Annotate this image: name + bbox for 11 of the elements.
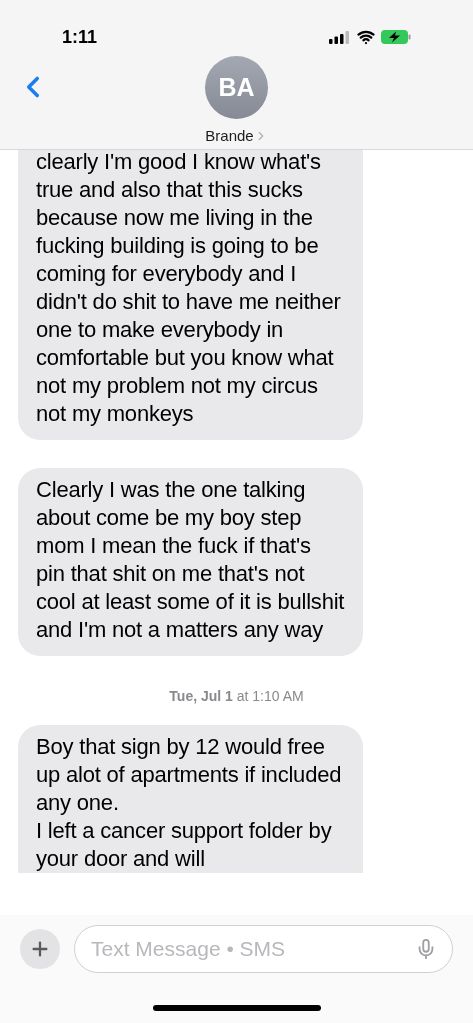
message-bubble: Boy that sign by 12 would free up alot of apartments if included any one. I left a cancer support folder by your door and will	[18, 725, 363, 873]
add-button[interactable]	[20, 929, 60, 969]
message-timestamp: Tue, Jul 1 at 1:10 AM	[168, 687, 305, 706]
message-bubble: Clearly I was the one talking about come be my boy step mom I mean the fuck if that's pin that shit on me that's not cool at least some of it is bullshit and I'm not a matters any way	[18, 468, 363, 656]
contact-name[interactable]: Brande	[205, 125, 268, 148]
message-input[interactable]: Text Message • SMS	[74, 925, 453, 973]
signal-icon	[329, 30, 351, 44]
status-time: 1:11	[62, 25, 98, 49]
battery-charging-icon	[381, 30, 411, 44]
wifi-icon	[357, 28, 375, 46]
message-bubble: clearly I'm good I know what's true and also that this sucks because now me living in the fucking building is going to be coming for everybody and I didn't do shit to have me neither one to make everybody in comfortable but you know what not my problem not my circus not my monkeys	[18, 150, 363, 440]
